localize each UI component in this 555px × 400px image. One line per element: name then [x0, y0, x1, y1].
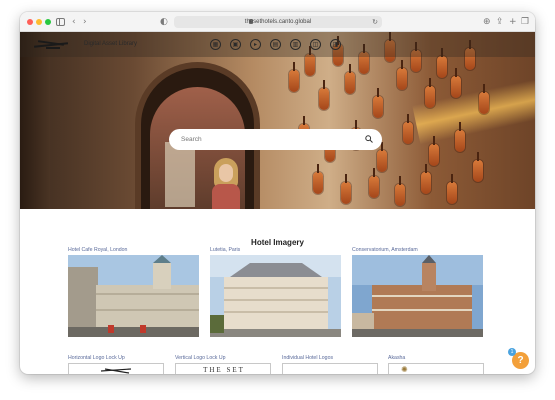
top-nav: Digital Asset Library ▦ ▣ ▸ ▤ ▥ ◫ ◨ — [20, 32, 535, 57]
card-label-conservatorium[interactable]: Conservatorium, Amsterdam — [352, 247, 418, 253]
hero-person — [208, 158, 244, 209]
card-label-vertical-logo[interactable]: Vertical Logo Lock Up — [175, 355, 225, 361]
card-horizontal-logo[interactable] — [68, 363, 164, 374]
card-hotel-logos[interactable] — [282, 363, 378, 374]
lightbox-icon[interactable]: ◨ — [330, 39, 341, 50]
card-label-hotel-logos[interactable]: Individual Hotel Logos — [282, 355, 333, 361]
nav-title[interactable]: Digital Asset Library — [84, 32, 137, 57]
card-vertical-logo[interactable]: THE SET — [175, 363, 271, 374]
back-icon[interactable]: ‹ — [72, 15, 76, 29]
tab-overview-icon[interactable]: ❐ — [521, 15, 529, 29]
hero-image — [20, 32, 535, 209]
browser-toolbar: ‹ › ◐ thesethotels.canto.global ↻ ⊕ ⇪ + … — [20, 12, 535, 32]
download-icon[interactable]: ⊕ — [483, 15, 491, 29]
address-bar[interactable]: thesethotels.canto.global ↻ — [174, 16, 382, 28]
section-title: Hotel Imagery — [251, 238, 304, 247]
forward-icon[interactable]: › — [83, 15, 87, 29]
browser-window: ‹ › ◐ thesethotels.canto.global ↻ ⊕ ⇪ + … — [20, 12, 535, 374]
image-icon[interactable]: ▣ — [230, 39, 241, 50]
zoom-window-button[interactable] — [45, 19, 51, 25]
card-image-conservatorium[interactable] — [352, 255, 483, 337]
play-icon[interactable]: ▸ — [250, 39, 261, 50]
card-label-horizontal-logo[interactable]: Horizontal Logo Lock Up — [68, 355, 125, 361]
archive-icon[interactable]: ▥ — [290, 39, 301, 50]
vertical-logo-text: THE SET — [203, 366, 245, 374]
minimize-window-button[interactable] — [36, 19, 42, 25]
search-input[interactable] — [169, 129, 382, 150]
violin-chandelier — [285, 32, 495, 209]
help-notification-badge: 1 — [508, 348, 516, 356]
new-tab-icon[interactable]: + — [509, 15, 517, 29]
search-icon[interactable] — [365, 135, 373, 143]
akasha-emblem-icon: ✺ — [401, 365, 408, 374]
card-label-akasha[interactable]: Akasha — [388, 355, 405, 361]
share-icon[interactable]: ⇪ — [496, 15, 504, 29]
card-label-lutetia[interactable]: Lutetia, Paris — [210, 247, 240, 253]
hero-window — [165, 142, 195, 207]
card-akasha[interactable]: ✺ — [388, 363, 484, 374]
set-logo-icon — [100, 368, 132, 374]
url-text: thesethotels.canto.global — [244, 19, 312, 25]
hero-column — [20, 32, 50, 209]
grid-icon[interactable]: ▦ — [210, 39, 221, 50]
sidebar-toggle-icon[interactable] — [56, 18, 65, 26]
close-window-button[interactable] — [27, 19, 33, 25]
document-icon[interactable]: ▤ — [270, 39, 281, 50]
reload-icon[interactable]: ↻ — [372, 16, 378, 28]
card-label-cafe-royal[interactable]: Hotel Cafe Royal, London — [68, 247, 127, 253]
privacy-shield-icon[interactable]: ◐ — [160, 15, 168, 29]
cart-icon[interactable]: ◫ — [310, 39, 321, 50]
card-image-lutetia[interactable] — [210, 255, 341, 337]
brand-logo[interactable] — [32, 38, 70, 52]
card-image-cafe-royal[interactable] — [68, 255, 199, 337]
